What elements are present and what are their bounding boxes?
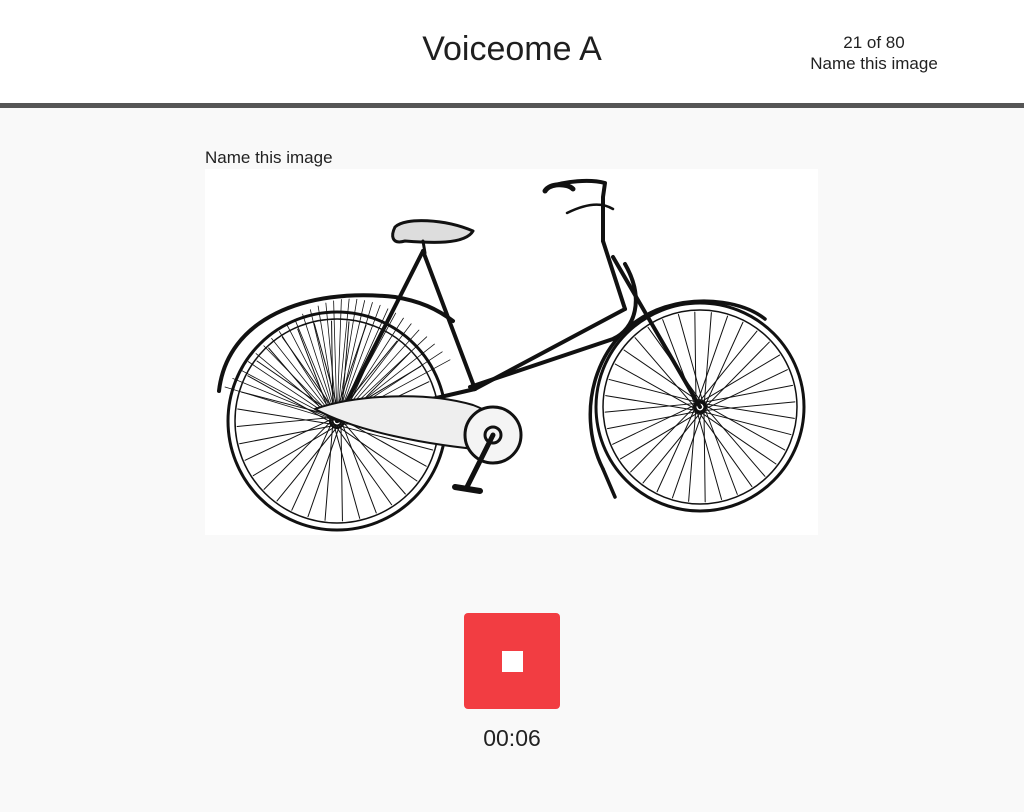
handlebar — [548, 178, 607, 243]
stop-icon — [502, 651, 523, 672]
task-prompt: Name this image — [205, 148, 333, 167]
task-name: Name this image — [810, 54, 938, 73]
stop-recording-button[interactable] — [464, 613, 560, 709]
saddle — [391, 219, 475, 244]
stimulus-image — [205, 169, 818, 535]
progress-count: 21 of 80 — [843, 33, 905, 52]
recording-timer: 00:06 — [483, 725, 541, 751]
front-fender — [588, 299, 767, 471]
app-header: Voiceome A 21 of 80 Name this image — [0, 0, 1024, 108]
bicycle-drawing — [217, 178, 806, 532]
task-progress: 21 of 80 Name this image — [794, 32, 954, 74]
frame — [335, 239, 702, 423]
